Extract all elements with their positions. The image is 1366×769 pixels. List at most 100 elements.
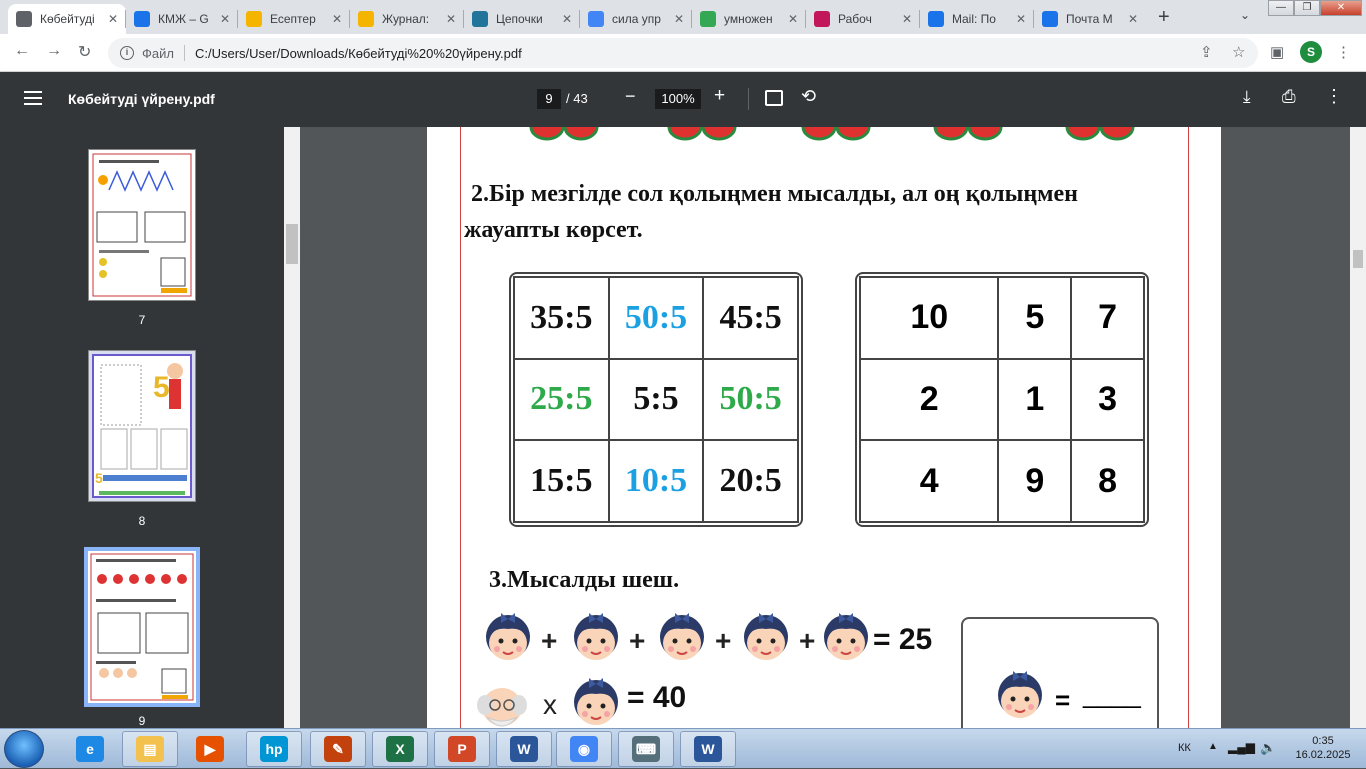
thumbnail-label-9: 9	[138, 714, 146, 728]
main-scrollbar[interactable]	[1350, 127, 1366, 728]
clock-date: 16.02.2025	[1295, 749, 1351, 761]
tab-title: Цепочки	[496, 12, 543, 26]
answer-blank[interactable]: ____	[1083, 679, 1141, 710]
reload-icon[interactable]: ↻	[78, 42, 91, 62]
girl-face-icon	[653, 607, 711, 665]
signal-icon[interactable]: ▂▄▆	[1228, 740, 1255, 754]
example-cell: 45:5	[702, 276, 799, 360]
explorer-icon[interactable]: ▤	[122, 731, 178, 767]
tab-close-icon[interactable]: ✕	[1128, 12, 1138, 26]
address-bar[interactable]: i Файл C:/Users/User/Downloads/Көбейтуді…	[108, 38, 1258, 68]
volume-icon[interactable]: 🔈	[1260, 740, 1276, 756]
clock[interactable]: 0:35 16.02.2025	[1288, 734, 1358, 762]
media-icon[interactable]: ▶	[182, 731, 238, 767]
site-info-icon[interactable]: i	[120, 46, 134, 60]
browser-tab[interactable]: Mail: По ✕	[920, 4, 1034, 34]
answer-box: = ____	[961, 617, 1159, 728]
tab-search-chevron-icon[interactable]: ⌄	[1240, 8, 1250, 22]
examples-grid: 35:5 50:5 45:5 25:5 5:5 50:5 15:5 10:5 20:5	[509, 272, 803, 527]
globe-icon	[16, 11, 32, 27]
keyboard-icon[interactable]: ⌨	[618, 731, 674, 767]
multiply-sign: x	[543, 689, 557, 720]
tab-close-icon[interactable]: ✕	[220, 12, 230, 26]
clock-time: 0:35	[1312, 735, 1334, 747]
tab-title: Есептер	[270, 12, 316, 26]
browser-toolbar: ← → ↻ i Файл C:/Users/User/Downloads/Көб…	[0, 34, 1366, 72]
more-options-icon[interactable]: ⋮	[1325, 86, 1343, 107]
thumbnail-label-8: 8	[138, 514, 146, 528]
thumbnail-page-7[interactable]	[88, 149, 196, 301]
start-button[interactable]	[4, 730, 44, 768]
thumbnail-page-8[interactable]: 5 5	[88, 350, 196, 502]
browser-tab[interactable]: Рабоч ✕	[806, 4, 920, 34]
address-scheme: Файл	[142, 45, 174, 61]
presentation-icon[interactable]: P	[434, 731, 490, 767]
tab-close-icon[interactable]: ✕	[902, 12, 912, 26]
browser-tab[interactable]: Көбейтуді ✕	[8, 4, 126, 34]
bookmark-star-icon[interactable]: ☆	[1232, 43, 1245, 61]
ie-icon[interactable]: e	[62, 731, 118, 767]
browser-tab[interactable]: Почта М ✕	[1034, 4, 1146, 34]
tray-expand-icon[interactable]: ▲	[1208, 741, 1218, 752]
print-icon[interactable]: ⎙	[1282, 87, 1296, 107]
task2-heading-line1: 2.Бір мезгілде сол қолыңмен мысалды, ал …	[471, 181, 1078, 207]
side-panel-icon[interactable]: ▣	[1270, 43, 1284, 61]
girl-face-icon	[737, 607, 795, 665]
browser-tab[interactable]: Журнал: ✕	[350, 4, 464, 34]
zoom-input[interactable]: 100%	[655, 89, 701, 109]
tab-title: Көбейтуді	[40, 12, 95, 26]
back-arrow-icon[interactable]: ←	[14, 42, 30, 60]
browser-tab[interactable]: умножен ✕	[692, 4, 806, 34]
browser-tab[interactable]: КМЖ – G ✕	[126, 4, 238, 34]
chrome-icon[interactable]: ◉	[556, 731, 612, 767]
answer-cell: 9	[997, 439, 1073, 523]
answer-cell: 1	[997, 357, 1073, 442]
equation-1-result: = 25	[873, 623, 933, 656]
word-active-icon[interactable]: W	[680, 731, 736, 767]
zoom-in-icon[interactable]: +	[714, 85, 725, 107]
forward-arrow-icon[interactable]: →	[46, 42, 62, 60]
mail-icon	[1042, 11, 1058, 27]
browser-tab[interactable]: Цепочки ✕	[464, 4, 580, 34]
paint-icon[interactable]: ✎	[310, 731, 366, 767]
wordpress-icon	[472, 11, 488, 27]
page-number-input[interactable]: 9	[537, 89, 561, 109]
language-indicator[interactable]: КК	[1178, 742, 1191, 754]
answer-cell: 8	[1070, 439, 1145, 523]
tab-close-icon[interactable]: ✕	[562, 12, 572, 26]
example-cell: 50:5	[702, 357, 799, 442]
sidebar-scrollbar[interactable]	[284, 127, 300, 728]
maximize-button[interactable]: ❐	[1294, 0, 1320, 16]
share-icon[interactable]: ⇪	[1200, 43, 1213, 61]
tab-close-icon[interactable]: ✕	[674, 12, 684, 26]
answer-cell: 5	[997, 276, 1073, 360]
browser-tab[interactable]: сила упр ✕	[580, 4, 692, 34]
answer-cell: 3	[1070, 357, 1145, 442]
download-icon[interactable]: ⤓	[1243, 87, 1251, 107]
close-window-button[interactable]: ✕	[1320, 0, 1362, 16]
answers-grid: 10 5 7 2 1 3 4 9 8	[855, 272, 1149, 527]
tab-close-icon[interactable]: ✕	[446, 12, 456, 26]
tab-close-icon[interactable]: ✕	[788, 12, 798, 26]
excel-icon[interactable]: X	[372, 731, 428, 767]
answer-cell: 4	[858, 439, 1000, 523]
chrome-menu-icon[interactable]: ⋮	[1336, 43, 1351, 61]
profile-avatar[interactable]: S	[1300, 41, 1322, 63]
zoom-out-icon[interactable]: −	[625, 86, 636, 107]
tab-close-icon[interactable]: ✕	[332, 12, 342, 26]
example-cell: 10:5	[607, 439, 705, 523]
rotate-icon[interactable]: ⟲	[801, 86, 816, 107]
menu-hamburger-icon[interactable]	[24, 91, 42, 105]
hp-icon[interactable]: hp	[246, 731, 302, 767]
browser-tab[interactable]: Есептер ✕	[238, 4, 350, 34]
task3-heading: 3.Мысалды шеш.	[489, 567, 680, 593]
tab-title: сила упр	[612, 12, 661, 26]
fit-page-icon[interactable]	[765, 90, 783, 106]
address-url: C:/Users/User/Downloads/Көбейтуді%20%20ү…	[194, 45, 522, 61]
word-icon[interactable]: W	[496, 731, 552, 767]
thumbnail-page-9[interactable]	[84, 547, 200, 707]
tab-close-icon[interactable]: ✕	[108, 12, 118, 26]
new-tab-button[interactable]: +	[1158, 6, 1170, 29]
tab-close-icon[interactable]: ✕	[1016, 12, 1026, 26]
minimize-button[interactable]: —	[1268, 0, 1294, 16]
